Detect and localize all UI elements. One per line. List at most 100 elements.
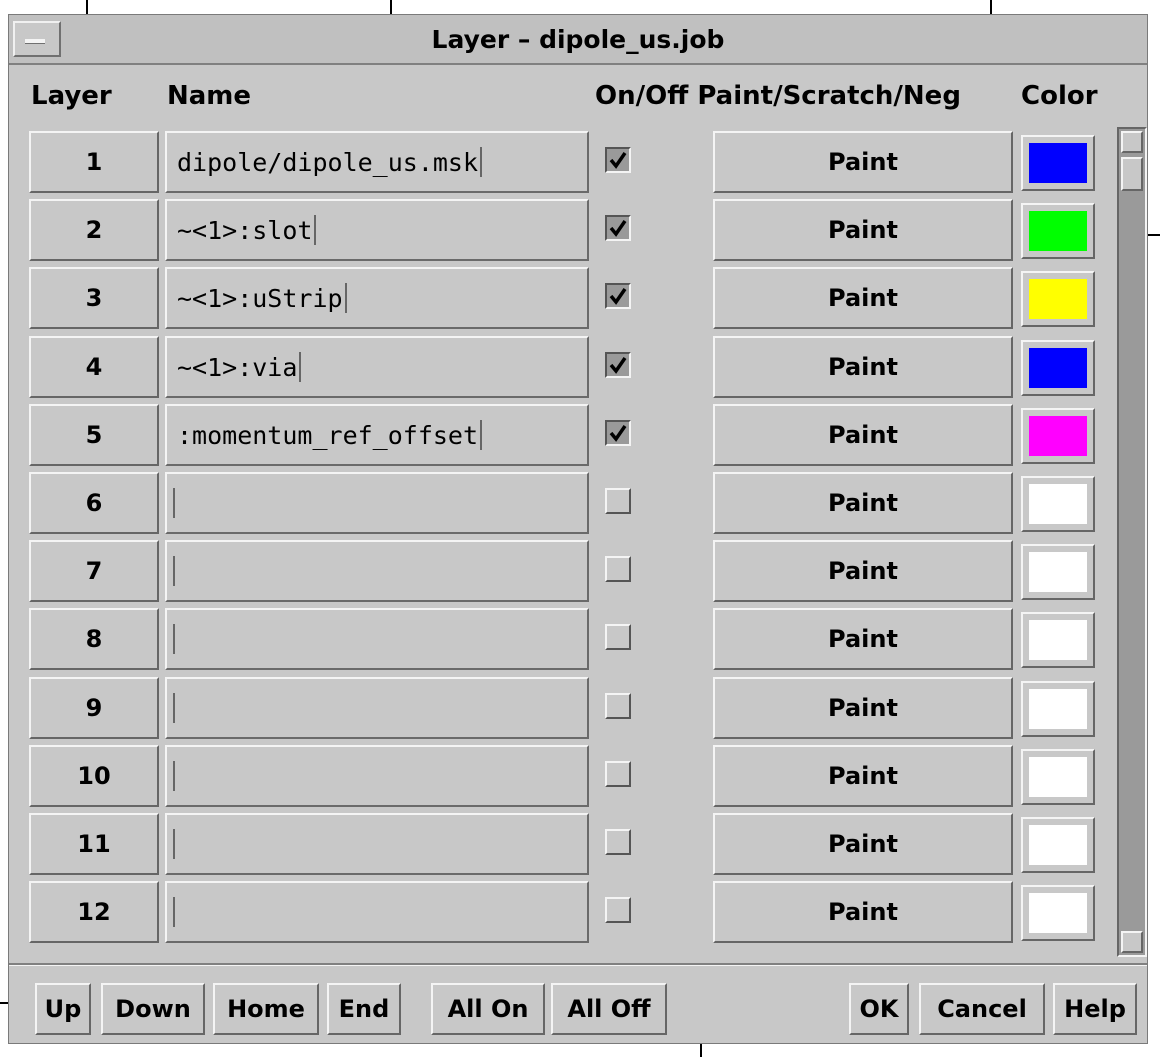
layer-on-checkbox[interactable] <box>605 215 631 241</box>
layer-number-button[interactable]: 6 <box>29 472 159 534</box>
color-swatch-button[interactable] <box>1021 340 1095 396</box>
paint-mode-button[interactable]: Paint <box>713 677 1013 739</box>
color-swatch-button[interactable] <box>1021 749 1095 805</box>
color-swatch <box>1029 757 1087 797</box>
text-cursor-icon <box>480 147 483 177</box>
layer-name-field[interactable]: :momentum_ref_offset <box>165 404 589 466</box>
color-swatch <box>1029 348 1087 388</box>
color-swatch <box>1029 689 1087 729</box>
title-bar: Layer – dipole_us.job <box>9 15 1147 65</box>
layer-number-button[interactable]: 10 <box>29 745 159 807</box>
layer-on-checkbox[interactable] <box>605 352 631 378</box>
layer-name-field[interactable] <box>165 540 589 602</box>
layer-name-field[interactable]: ~<1>:slot <box>165 199 589 261</box>
scroll-up-arrow-icon[interactable] <box>1121 131 1143 153</box>
layer-name-field[interactable]: ~<1>:uStrip <box>165 267 589 329</box>
color-swatch <box>1029 484 1087 524</box>
layer-name-field[interactable]: dipole/dipole_us.msk <box>165 131 589 193</box>
paint-mode-button[interactable]: Paint <box>713 540 1013 602</box>
layer-name-field[interactable] <box>165 881 589 943</box>
layer-on-checkbox[interactable] <box>605 693 631 719</box>
paint-mode-button[interactable]: Paint <box>713 199 1013 261</box>
checkmark-icon <box>609 357 627 374</box>
color-swatch-button[interactable] <box>1021 135 1095 191</box>
layer-on-checkbox[interactable] <box>605 761 631 787</box>
color-swatch-button[interactable] <box>1021 408 1095 464</box>
paint-mode-button[interactable]: Paint <box>713 813 1013 875</box>
text-cursor-icon <box>173 761 175 791</box>
separator <box>9 963 1147 966</box>
color-swatch-button[interactable] <box>1021 612 1095 668</box>
header-layer: Layer <box>31 81 112 111</box>
layer-number-button[interactable]: 11 <box>29 813 159 875</box>
layer-name-field[interactable]: ~<1>:via <box>165 336 589 398</box>
paint-mode-button[interactable]: Paint <box>713 472 1013 534</box>
text-cursor-icon <box>173 488 175 518</box>
checkmark-icon <box>609 425 627 442</box>
layer-on-checkbox[interactable] <box>605 624 631 650</box>
layer-on-checkbox[interactable] <box>605 897 631 923</box>
layer-number-button[interactable]: 9 <box>29 677 159 739</box>
text-cursor-icon <box>173 624 175 654</box>
all-off-button[interactable]: All Off <box>551 983 667 1035</box>
paint-mode-button[interactable]: Paint <box>713 608 1013 670</box>
header-name: Name <box>167 81 252 111</box>
home-button[interactable]: Home <box>213 983 319 1035</box>
color-swatch <box>1029 893 1087 933</box>
all-on-button[interactable]: All On <box>431 983 545 1035</box>
layer-name-field[interactable] <box>165 608 589 670</box>
layer-number-button[interactable]: 12 <box>29 881 159 943</box>
scroll-thumb[interactable] <box>1121 157 1143 191</box>
color-swatch-button[interactable] <box>1021 817 1095 873</box>
layer-on-checkbox[interactable] <box>605 556 631 582</box>
paint-mode-button[interactable]: Paint <box>713 745 1013 807</box>
window-title: Layer – dipole_us.job <box>431 25 725 54</box>
layer-number-button[interactable]: 5 <box>29 404 159 466</box>
layer-on-checkbox[interactable] <box>605 147 631 173</box>
paint-mode-button[interactable]: Paint <box>713 881 1013 943</box>
layer-number-button[interactable]: 2 <box>29 199 159 261</box>
layer-name-text: :momentum_ref_offset <box>177 420 479 450</box>
color-swatch-button[interactable] <box>1021 681 1095 737</box>
layer-on-checkbox[interactable] <box>605 420 631 446</box>
checkmark-icon <box>609 152 627 169</box>
layer-number-button[interactable]: 7 <box>29 540 159 602</box>
layer-name-text: dipole/dipole_us.msk <box>177 147 479 177</box>
layer-number-button[interactable]: 8 <box>29 608 159 670</box>
layer-number-button[interactable]: 4 <box>29 336 159 398</box>
text-cursor-icon <box>299 352 302 382</box>
text-cursor-icon <box>480 420 483 450</box>
color-swatch-button[interactable] <box>1021 885 1095 941</box>
help-button[interactable]: Help <box>1053 983 1137 1035</box>
paint-mode-button[interactable]: Paint <box>713 267 1013 329</box>
paint-mode-button[interactable]: Paint <box>713 131 1013 193</box>
color-swatch-button[interactable] <box>1021 203 1095 259</box>
up-button[interactable]: Up <box>35 983 91 1035</box>
color-swatch-button[interactable] <box>1021 544 1095 600</box>
color-swatch <box>1029 552 1087 592</box>
layer-number-button[interactable]: 3 <box>29 267 159 329</box>
text-cursor-icon <box>344 283 347 313</box>
layer-on-checkbox[interactable] <box>605 283 631 309</box>
paint-mode-button[interactable]: Paint <box>713 404 1013 466</box>
layer-name-field[interactable] <box>165 472 589 534</box>
layer-name-field[interactable] <box>165 677 589 739</box>
color-swatch <box>1029 416 1087 456</box>
color-swatch <box>1029 211 1087 251</box>
text-cursor-icon <box>173 556 175 586</box>
ok-button[interactable]: OK <box>849 983 909 1035</box>
color-swatch-button[interactable] <box>1021 476 1095 532</box>
color-swatch-button[interactable] <box>1021 271 1095 327</box>
header-onoff-mode: On/Off Paint/Scratch/Neg <box>595 81 961 111</box>
cancel-button[interactable]: Cancel <box>919 983 1045 1035</box>
layer-name-field[interactable] <box>165 813 589 875</box>
layer-on-checkbox[interactable] <box>605 829 631 855</box>
scroll-down-arrow-icon[interactable] <box>1121 931 1143 953</box>
end-button[interactable]: End <box>327 983 401 1035</box>
paint-mode-button[interactable]: Paint <box>713 336 1013 398</box>
vertical-scrollbar[interactable] <box>1117 127 1147 957</box>
layer-on-checkbox[interactable] <box>605 488 631 514</box>
layer-name-field[interactable] <box>165 745 589 807</box>
down-button[interactable]: Down <box>101 983 205 1035</box>
layer-number-button[interactable]: 1 <box>29 131 159 193</box>
